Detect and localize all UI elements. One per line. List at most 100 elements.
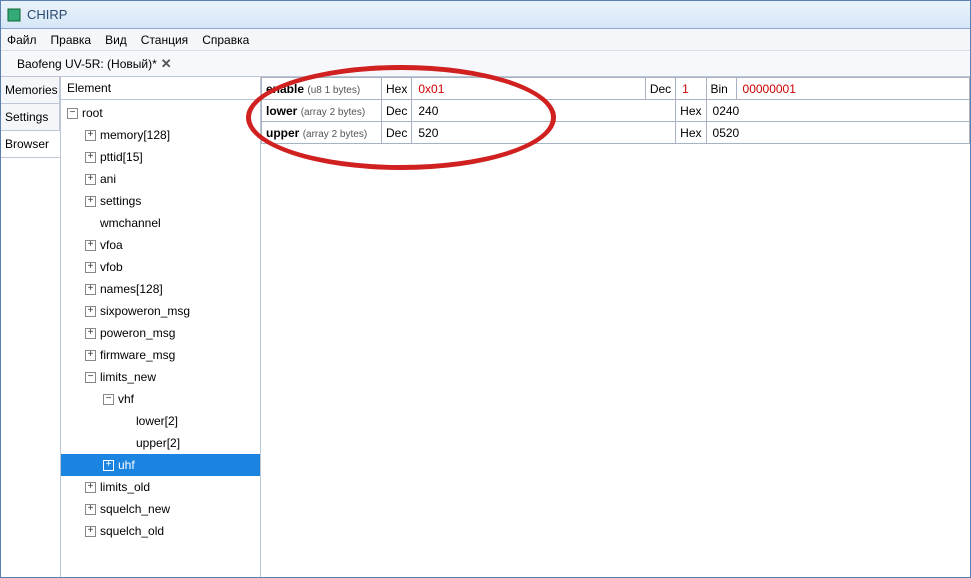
expand-icon[interactable]: + <box>85 196 96 207</box>
tree-spacer <box>121 416 132 427</box>
tree-item-limits-new[interactable]: −limits_new <box>61 366 260 388</box>
tree-spacer <box>121 438 132 449</box>
dec-label: Dec <box>645 78 675 100</box>
tree-item-ani[interactable]: +ani <box>61 168 260 190</box>
field-row-upper: upper (array 2 bytes) Dec Hex <box>262 122 970 144</box>
tree-label: names[128] <box>100 282 163 296</box>
collapse-icon[interactable]: − <box>103 394 114 405</box>
tree-header: Element <box>61 77 260 100</box>
lower-dec-input[interactable] <box>416 103 671 119</box>
expand-icon[interactable]: + <box>85 482 96 493</box>
menu-edit[interactable]: Правка <box>51 33 92 47</box>
tree-item-memory[interactable]: + memory[128] <box>61 124 260 146</box>
collapse-icon[interactable]: − <box>67 108 78 119</box>
tree-label: memory[128] <box>100 128 170 142</box>
tree-item-upper2[interactable]: upper[2] <box>61 432 260 454</box>
tree-item-limits-old[interactable]: + limits_old <box>61 476 260 498</box>
hex-value-cell <box>706 122 969 144</box>
app-icon <box>7 8 21 22</box>
upper-dec-input[interactable] <box>416 125 671 141</box>
tree-item-vfob[interactable]: + vfob <box>61 256 260 278</box>
tree-label: pttid[15] <box>100 150 143 164</box>
enable-bin-input[interactable] <box>741 81 965 97</box>
tree-item-lower2[interactable]: lower[2] <box>61 410 260 432</box>
tab-settings[interactable]: Settings <box>1 104 60 131</box>
tree-item-sixpoweron[interactable]: + sixpoweron_msg <box>61 300 260 322</box>
expand-icon[interactable]: + <box>85 152 96 163</box>
hex-label: Hex <box>676 100 706 122</box>
tree-spacer <box>85 218 96 229</box>
tree-label: lower[2] <box>136 414 178 428</box>
tree-label: vhf <box>118 392 134 406</box>
enable-hex-input[interactable] <box>416 81 640 97</box>
menu-file[interactable]: Файл <box>7 33 37 47</box>
tab-browser[interactable]: Browser <box>1 131 60 158</box>
hex-label: Hex <box>382 78 412 100</box>
tree-label: vfob <box>100 260 123 274</box>
detail-panel: enable (u8 1 bytes) Hex Dec Bin lower (a… <box>261 77 970 577</box>
tree-label: squelch_new <box>100 502 170 516</box>
document-tabbar: Baofeng UV-5R: (Новый)* ✕ <box>1 51 970 77</box>
tab-memories[interactable]: Memories <box>1 77 60 104</box>
upper-hex-input[interactable] <box>711 125 965 141</box>
expand-icon[interactable]: + <box>85 262 96 273</box>
field-label: enable (u8 1 bytes) <box>262 78 382 100</box>
tree-item-poweron[interactable]: +poweron_msg <box>61 322 260 344</box>
tree-panel: Element − root + memory[128] + pttid[15] +… <box>61 77 261 577</box>
tree-root[interactable]: − root <box>61 102 260 124</box>
tree[interactable]: − root + memory[128] + pttid[15] +ani +set… <box>61 100 260 577</box>
hex-value-cell <box>412 78 645 100</box>
menu-view[interactable]: Вид <box>105 33 127 47</box>
tree-label: upper[2] <box>136 436 180 450</box>
tree-item-firmware[interactable]: +firmware_msg <box>61 344 260 366</box>
tree-label: vfoa <box>100 238 123 252</box>
expand-icon[interactable]: + <box>85 174 96 185</box>
field-row-lower: lower (array 2 bytes) Dec Hex <box>262 100 970 122</box>
bin-label: Bin <box>706 78 736 100</box>
field-label: lower (array 2 bytes) <box>262 100 382 122</box>
titlebar: CHIRP <box>1 1 970 29</box>
tree-item-vhf[interactable]: −vhf <box>61 388 260 410</box>
menu-help[interactable]: Справка <box>202 33 249 47</box>
tree-item-uhf[interactable]: +uhf <box>61 454 260 476</box>
tree-label: squelch_old <box>100 524 164 538</box>
side-tabs: Memories Settings Browser <box>1 77 61 577</box>
close-icon[interactable]: ✕ <box>161 56 172 72</box>
menu-station[interactable]: Станция <box>141 33 188 47</box>
expand-icon[interactable]: + <box>85 350 96 361</box>
expand-icon[interactable]: + <box>85 526 96 537</box>
expand-icon[interactable]: + <box>85 328 96 339</box>
expand-icon[interactable]: + <box>85 240 96 251</box>
dec-value-cell <box>412 122 676 144</box>
tree-item-settings[interactable]: +settings <box>61 190 260 212</box>
lower-hex-input[interactable] <box>711 103 965 119</box>
expand-icon[interactable]: + <box>103 460 114 471</box>
dec-value-cell <box>676 78 706 100</box>
tree-item-vfoa[interactable]: + vfoa <box>61 234 260 256</box>
fields-table: enable (u8 1 bytes) Hex Dec Bin lower (a… <box>261 77 970 144</box>
menubar: Файл Правка Вид Станция Справка <box>1 29 970 51</box>
dec-label: Dec <box>382 100 412 122</box>
dec-value-cell <box>412 100 676 122</box>
tree-label: sixpoweron_msg <box>100 304 190 318</box>
window-title: CHIRP <box>27 7 67 22</box>
tree-item-pttid[interactable]: + pttid[15] <box>61 146 260 168</box>
expand-icon[interactable]: + <box>85 130 96 141</box>
tree-item-wmchannel[interactable]: wmchannel <box>61 212 260 234</box>
tree-label: limits_new <box>100 370 156 384</box>
tree-item-squelch-new[interactable]: + squelch_new <box>61 498 260 520</box>
enable-dec-input[interactable] <box>680 81 701 97</box>
dec-label: Dec <box>382 122 412 144</box>
hex-label: Hex <box>676 122 706 144</box>
document-tab[interactable]: Baofeng UV-5R: (Новый)* ✕ <box>7 52 182 76</box>
tree-label: root <box>82 106 103 120</box>
tree-label: wmchannel <box>100 216 161 230</box>
tree-item-squelch-old[interactable]: + squelch_old <box>61 520 260 542</box>
tree-label: limits_old <box>100 480 150 494</box>
collapse-icon[interactable]: − <box>85 372 96 383</box>
expand-icon[interactable]: + <box>85 504 96 515</box>
content-area: Memories Settings Browser Element − root… <box>1 77 970 577</box>
expand-icon[interactable]: + <box>85 284 96 295</box>
expand-icon[interactable]: + <box>85 306 96 317</box>
tree-item-names[interactable]: + names[128] <box>61 278 260 300</box>
